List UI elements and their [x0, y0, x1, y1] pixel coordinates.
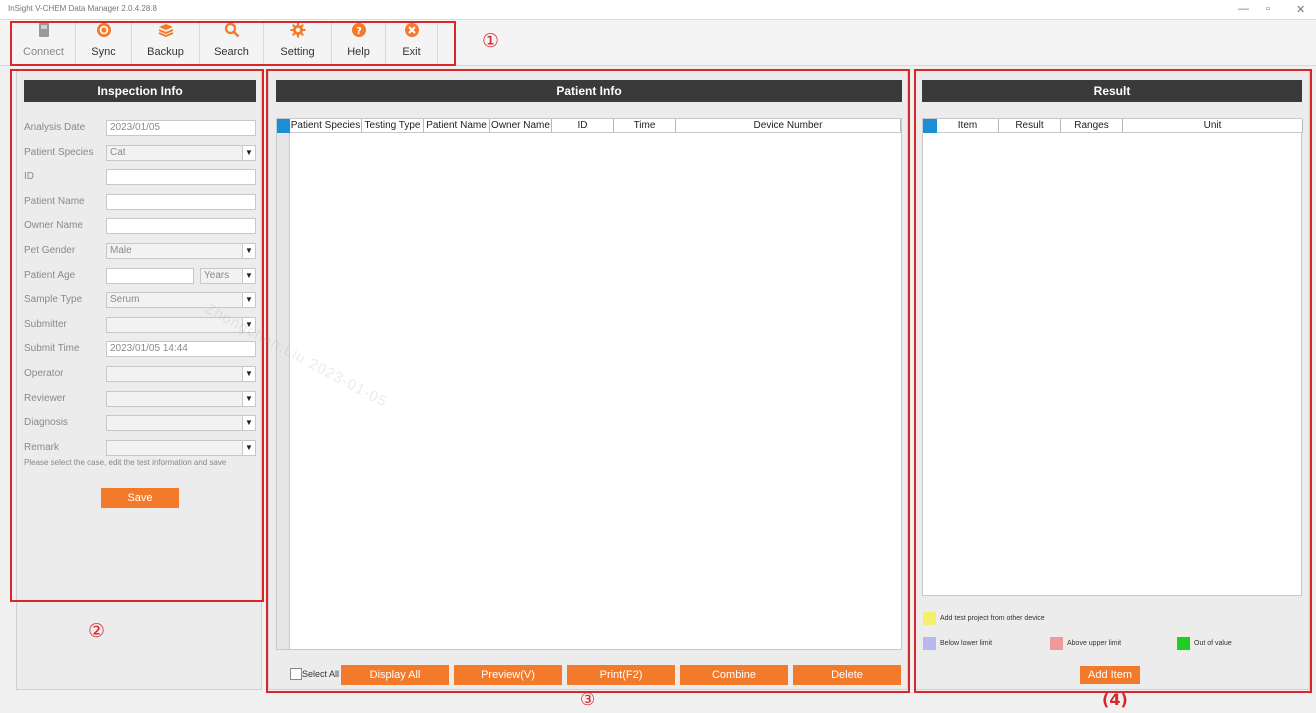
window-title: InSight V-CHEM Data Manager 2.0.4.28.8 [8, 4, 157, 13]
title-bar: InSight V-CHEM Data Manager 2.0.4.28.8 —… [0, 0, 1316, 20]
toolbar-highlight [10, 21, 456, 66]
result-highlight [914, 69, 1312, 693]
inspection-highlight [10, 69, 264, 602]
callout-3: ③ [580, 690, 596, 710]
callout-4: (4) [1102, 690, 1128, 709]
callout-2: ② [88, 620, 106, 642]
minimize-button[interactable]: — [1238, 3, 1249, 15]
close-window-button[interactable]: ✕ [1296, 3, 1305, 16]
callout-1: ① [482, 30, 500, 52]
restore-button[interactable]: ▫ [1266, 3, 1270, 15]
